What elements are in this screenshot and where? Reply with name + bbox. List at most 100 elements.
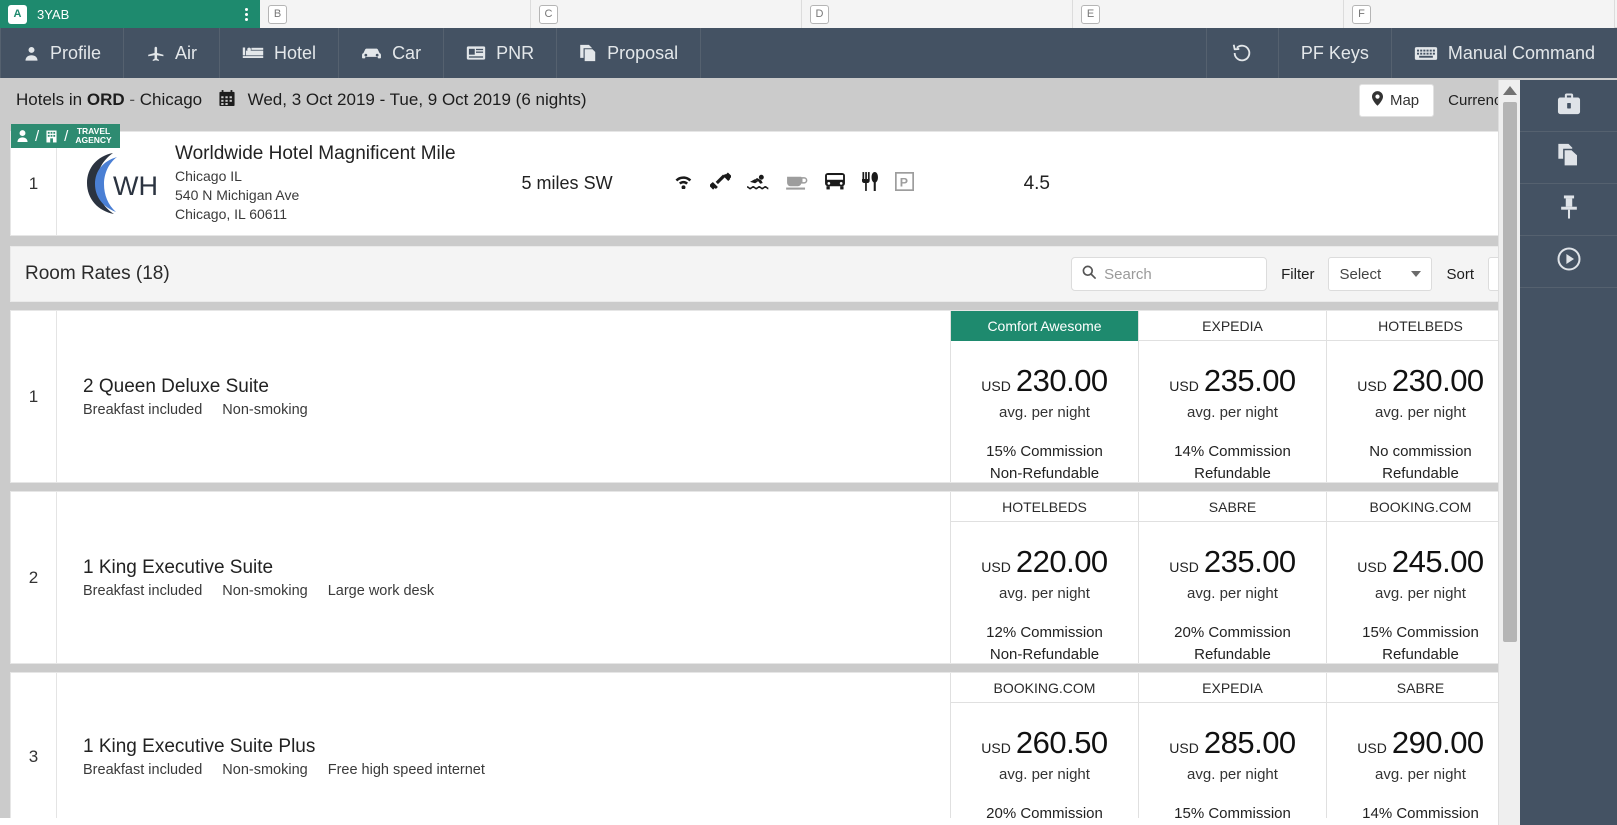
- rate-row[interactable]: 2 1 King Executive Suite Breakfast inclu…: [10, 491, 1607, 664]
- offer-source: SABRE: [1139, 492, 1326, 522]
- nav-car[interactable]: Car: [339, 28, 445, 78]
- tab-b-letter: B: [268, 4, 287, 24]
- offer-per-night: avg. per night: [1187, 766, 1278, 783]
- offer-currency: USD: [1169, 378, 1199, 394]
- search-box[interactable]: [1071, 257, 1268, 291]
- tab-b[interactable]: B: [260, 0, 531, 28]
- offer-refund: Refundable: [1194, 646, 1271, 663]
- briefcase-icon: [1557, 92, 1581, 120]
- hotel-distance: 5 miles SW: [521, 173, 613, 193]
- results-content: / / TRAVEL AGENCY 1 WH Worldwide Hotel Ma…: [0, 123, 1617, 818]
- rate-attribute: Breakfast included: [83, 401, 203, 418]
- rate-row[interactable]: 3 1 King Executive Suite Plus Breakfast …: [10, 672, 1607, 818]
- shuttle-icon: [824, 172, 846, 195]
- tab-f-letter: F: [1352, 4, 1371, 24]
- tab-e-letter: E: [1081, 4, 1100, 24]
- offer-commission: 14% Commission: [1174, 443, 1291, 460]
- offer-price: USD 290.00: [1357, 725, 1484, 761]
- nav-pnr[interactable]: PNR: [444, 28, 558, 78]
- room-rates-title: Room Rates (18): [25, 263, 170, 284]
- filter-value: Select: [1339, 265, 1382, 283]
- history-icon: [1231, 42, 1253, 64]
- tab-d[interactable]: D: [802, 0, 1073, 28]
- navbar-spacer: [701, 28, 1206, 78]
- rate-row-number: 1: [11, 311, 57, 482]
- filter-label: Filter: [1281, 265, 1315, 283]
- room-rates-header: Room Rates (18) Filter Select Sort Room: [10, 246, 1607, 302]
- map-button[interactable]: Map: [1358, 84, 1435, 117]
- nav-pnr-label: PNR: [496, 42, 535, 63]
- offer-cell[interactable]: SABRE USD 235.00 avg. per night 20% Comm…: [1138, 492, 1326, 663]
- rail-pin-button[interactable]: [1520, 184, 1617, 236]
- offer-cell[interactable]: BOOKING.COM USD 260.50 avg. per night 20…: [950, 673, 1138, 818]
- filter-select[interactable]: Select: [1328, 257, 1433, 291]
- documents-icon: [579, 44, 597, 63]
- person-icon: [11, 124, 34, 148]
- rate-row[interactable]: 1 2 Queen Deluxe Suite Breakfast include…: [10, 310, 1607, 483]
- wifi-icon: [673, 173, 694, 194]
- offer-per-night: avg. per night: [999, 766, 1090, 783]
- nav-proposal[interactable]: Proposal: [557, 28, 702, 78]
- nav-hotel[interactable]: Hotel: [220, 28, 340, 78]
- rail-briefcase-button[interactable]: [1520, 80, 1617, 132]
- nav-air[interactable]: Air: [124, 28, 221, 78]
- offer-body: USD 235.00 avg. per night 20% Commission…: [1139, 522, 1326, 663]
- offer-per-night: avg. per night: [999, 404, 1090, 421]
- offer-currency: USD: [981, 740, 1011, 756]
- offer-refund: Refundable: [1382, 646, 1459, 663]
- tab-a-menu-icon[interactable]: [245, 6, 252, 23]
- offer-body: USD 235.00 avg. per night 14% Commission…: [1139, 341, 1326, 482]
- tab-c[interactable]: C: [531, 0, 802, 28]
- offer-cell[interactable]: Comfort Awesome USD 230.00 avg. per nigh…: [950, 311, 1138, 482]
- offer-cell[interactable]: EXPEDIA USD 285.00 avg. per night 15% Co…: [1138, 673, 1326, 818]
- offer-cell[interactable]: BOOKING.COM USD 245.00 avg. per night 15…: [1326, 492, 1514, 663]
- offer-commission: 15% Commission: [1362, 624, 1479, 641]
- offer-cell[interactable]: EXPEDIA USD 235.00 avg. per night 14% Co…: [1138, 311, 1326, 482]
- offer-amount: 260.50: [1015, 725, 1108, 760]
- hotel-logo: WH: [83, 149, 161, 219]
- badge-line2: AGENCY: [75, 135, 112, 145]
- scroll-thumb[interactable]: [1503, 102, 1517, 642]
- rate-row-number: 2: [11, 492, 57, 663]
- rate-attribute: Non-smoking: [222, 582, 308, 599]
- right-rail: [1520, 80, 1617, 825]
- rail-documents-button[interactable]: [1520, 132, 1617, 184]
- rate-attribute: Breakfast included: [83, 582, 203, 599]
- offer-cell[interactable]: SABRE USD 290.00 avg. per night 14% Comm…: [1326, 673, 1514, 818]
- offer-currency: USD: [1357, 559, 1387, 575]
- nav-profile[interactable]: Profile: [0, 28, 125, 78]
- hotel-street: 540 N Michigan Ave: [175, 187, 300, 203]
- hotel-rating: 4.5: [1023, 172, 1050, 194]
- offer-currency: USD: [1357, 740, 1387, 756]
- hotel-main: WH Worldwide Hotel Magnificent Mile Chic…: [57, 132, 1514, 235]
- rail-play-button[interactable]: [1520, 236, 1617, 288]
- parking-icon: P: [894, 171, 914, 196]
- search-input[interactable]: [1104, 265, 1257, 283]
- search-summary-bar: Hotels in ORD - Chicago Wed, 3 Oct 2019 …: [0, 78, 1617, 123]
- manual-command-button[interactable]: Manual Command: [1390, 28, 1617, 78]
- offer-cell[interactable]: HOTELBEDS USD 230.00 avg. per night No c…: [1326, 311, 1514, 482]
- scroll-up-arrow-icon[interactable]: [1502, 86, 1517, 95]
- hotel-card[interactable]: / / TRAVEL AGENCY 1 WH Worldwide Hotel Ma…: [10, 124, 1607, 236]
- tab-f[interactable]: F: [1344, 0, 1615, 28]
- rate-attribute: Non-smoking: [222, 762, 308, 778]
- tab-e[interactable]: E: [1073, 0, 1344, 28]
- offer-body: USD 290.00 avg. per night 14% Commission: [1327, 703, 1514, 818]
- results-scrollbar[interactable]: [1498, 80, 1520, 825]
- main-navbar: Profile Air Hotel Car PNR Proposal PF Ke…: [0, 28, 1617, 78]
- offer-per-night: avg. per night: [999, 585, 1090, 602]
- offer-currency: USD: [1357, 378, 1387, 394]
- offer-price: USD 285.00: [1169, 725, 1296, 761]
- offer-price: USD 235.00: [1169, 544, 1296, 580]
- pf-keys-button[interactable]: PF Keys: [1277, 28, 1391, 78]
- search-summary-text: Hotels in ORD - Chicago Wed, 3 Oct 2019 …: [16, 90, 587, 112]
- offer-price: USD 220.00: [981, 544, 1108, 580]
- rate-description: 1 King Executive Suite Plus Breakfast in…: [57, 673, 950, 818]
- rate-offers: HOTELBEDS USD 220.00 avg. per night 12% …: [950, 492, 1514, 663]
- tab-a[interactable]: A 3YAB: [0, 0, 260, 28]
- history-button[interactable]: [1205, 28, 1278, 78]
- rate-attribute: Non-smoking: [222, 401, 308, 418]
- offer-commission: 20% Commission: [1174, 624, 1291, 641]
- chevron-down-icon: [1411, 271, 1422, 277]
- offer-cell[interactable]: HOTELBEDS USD 220.00 avg. per night 12% …: [950, 492, 1138, 663]
